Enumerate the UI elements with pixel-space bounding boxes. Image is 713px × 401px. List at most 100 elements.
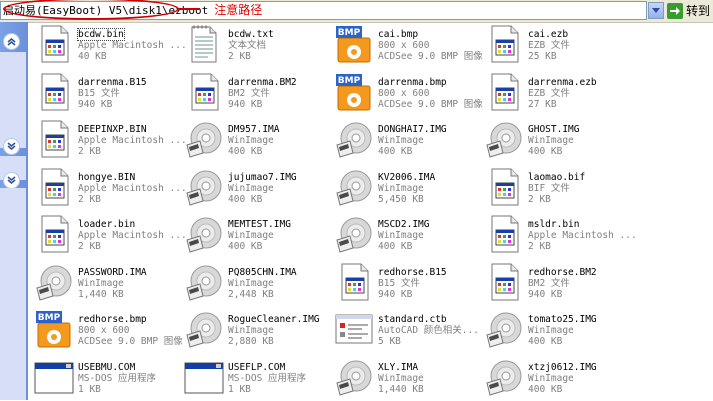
file-item[interactable]: RogueCleaner.IMG WinImage 2,880 KB — [178, 307, 328, 353]
file-size: 940 KB — [378, 288, 413, 300]
file-size: 2,448 KB — [228, 288, 274, 300]
file-name: USEFLP.COM — [228, 361, 286, 373]
path-annotation: 注意路径 — [214, 3, 263, 17]
file-name: darrenma.BM2 — [228, 76, 297, 88]
file-item[interactable]: BMP cai.bmp 800 x 600 ACDSee 9.0 BMP 图像 — [328, 22, 483, 68]
file-name: darrenma.bmp — [378, 76, 447, 88]
disk-image-icon — [184, 119, 224, 159]
address-input[interactable]: 启动易(EasyBoot) V5\disk1\ezboot 注意路径 — [0, 1, 647, 20]
file-size: ACDSee 9.0 BMP 图像 — [78, 336, 183, 347]
generic-file-icon — [484, 72, 524, 112]
address-path: 启动易(EasyBoot) V5\disk1\ezboot — [3, 4, 209, 17]
file-name: PASSWORD.IMA — [78, 266, 147, 278]
go-arrow-icon — [667, 3, 683, 19]
bin-file-icon — [34, 214, 74, 254]
file-name: bcdw.bin — [77, 28, 125, 41]
file-type: 文本文档 — [228, 40, 267, 51]
file-item[interactable]: BMP redhorse.bmp 800 x 600 ACDSee 9.0 BMP … — [28, 307, 183, 353]
file-name: redhorse.BM2 — [528, 266, 597, 278]
file-type: 800 x 600 — [378, 40, 430, 51]
file-name: standard.ctb — [378, 314, 447, 325]
file-size: 400 KB — [228, 146, 263, 157]
file-item[interactable]: PQ805CHN.IMA WinImage 2,448 KB — [178, 260, 328, 306]
file-item[interactable]: darrenma.ezb EZB 文件 27 KB — [478, 70, 628, 116]
text-file-icon — [184, 24, 224, 64]
file-size: 5,450 KB — [378, 193, 424, 205]
file-size: 400 KB — [228, 193, 263, 205]
file-item[interactable]: hongye.BIN Apple Macintosh ... 2 KB — [28, 165, 187, 211]
file-item[interactable]: msldr.bin Apple Macintosh ... 2 KB — [478, 212, 637, 258]
file-type: WinImage — [228, 135, 274, 146]
go-button[interactable]: 转到 — [667, 1, 712, 21]
file-size: 40 KB — [78, 51, 107, 62]
file-item[interactable]: MSCD2.IMG WinImage 400 KB — [328, 212, 478, 258]
file-size: 2,880 KB — [228, 336, 274, 347]
file-item[interactable]: darrenma.B15 B15 文件 940 KB — [28, 70, 178, 116]
file-item[interactable]: loader.bin Apple Macintosh ... 2 KB — [28, 212, 187, 258]
file-item[interactable]: laomao.bif BIF 文件 2 KB — [478, 165, 628, 211]
address-dropdown-button[interactable] — [648, 2, 664, 19]
file-type: WinImage — [228, 277, 274, 289]
bin-file-icon — [34, 119, 74, 159]
file-item[interactable]: USEBMU.COM MS-DOS 应用程序 1 KB — [28, 355, 178, 401]
file-item[interactable]: DONGHAI7.IMG WinImage 400 KB — [328, 117, 478, 163]
bmp-file-icon: BMP — [334, 24, 374, 64]
file-name: jujumao7.IMG — [228, 171, 297, 183]
file-size: 2 KB — [528, 241, 551, 252]
file-size: 2 KB — [78, 146, 101, 157]
file-item[interactable]: KV2006.IMA WinImage 5,450 KB — [328, 165, 478, 211]
file-size: 400 KB — [228, 241, 263, 252]
file-item[interactable]: DEEPINXP.BIN Apple Macintosh ... 2 KB — [28, 117, 187, 163]
file-item[interactable]: MEMTEST.IMG WinImage 400 KB — [178, 212, 328, 258]
disk-image-icon — [484, 309, 524, 349]
file-item[interactable]: jujumao7.IMG WinImage 400 KB — [178, 165, 328, 211]
bin-file-icon — [484, 214, 524, 254]
file-name: bcdw.txt — [228, 29, 274, 40]
file-type: Apple Macintosh ... — [78, 182, 187, 194]
file-name: darrenma.B15 — [78, 76, 147, 88]
file-item[interactable]: XLY.IMA WinImage 1,440 KB — [328, 355, 478, 401]
file-item[interactable]: tomato25.IMG WinImage 400 KB — [478, 307, 628, 353]
file-item[interactable]: bcdw.txt 文本文档 2 KB — [178, 22, 328, 68]
file-item[interactable]: cai.ezb EZB 文件 25 KB — [478, 22, 628, 68]
file-item[interactable]: standard.ctb AutoCAD 颜色相关... 5 KB — [328, 307, 479, 353]
file-item[interactable]: darrenma.BM2 BM2 文件 940 KB — [178, 70, 328, 116]
file-type: WinImage — [378, 182, 424, 194]
file-name: cai.ezb — [528, 29, 569, 40]
dos-app-icon — [34, 357, 74, 397]
file-item[interactable]: redhorse.B15 B15 文件 940 KB — [328, 260, 478, 306]
file-type: BM2 文件 — [228, 87, 270, 99]
disk-image-icon — [184, 309, 224, 349]
address-bar: 启动易(EasyBoot) V5\disk1\ezboot 注意路径 转到 — [0, 0, 713, 23]
file-size: 400 KB — [378, 241, 413, 252]
file-type: WinImage — [378, 135, 424, 146]
file-name: XLY.IMA — [378, 361, 419, 373]
generic-file-icon — [484, 262, 524, 302]
file-item[interactable]: PASSWORD.IMA WinImage 1,440 KB — [28, 260, 178, 306]
file-name: KV2006.IMA — [378, 171, 436, 183]
file-item[interactable]: xtzj0612.IMG WinImage 400 KB — [478, 355, 628, 401]
file-item[interactable]: DM957.IMA WinImage 400 KB — [178, 117, 328, 163]
collapse-up-icon[interactable] — [3, 33, 20, 50]
expand-down-icon[interactable] — [3, 172, 20, 189]
file-name: msldr.bin — [528, 219, 580, 230]
disk-image-icon — [334, 119, 374, 159]
file-type: BIF 文件 — [528, 182, 570, 194]
file-item[interactable]: GHOST.IMG WinImage 400 KB — [478, 117, 628, 163]
file-item[interactable]: bcdw.bin Apple Macintosh ... 40 KB — [28, 22, 187, 68]
expand-down-icon[interactable] — [3, 138, 20, 155]
file-name: DM957.IMA — [228, 124, 280, 135]
file-type: EZB 文件 — [528, 87, 570, 99]
file-type: Apple Macintosh ... — [78, 40, 187, 51]
bin-file-icon — [34, 24, 74, 64]
file-item[interactable]: USEFLP.COM MS-DOS 应用程序 1 KB — [178, 355, 328, 401]
file-size: 2 KB — [78, 241, 101, 252]
file-type: Apple Macintosh ... — [78, 135, 187, 146]
file-size: 940 KB — [228, 98, 263, 110]
dos-app-icon — [184, 357, 224, 397]
file-type: WinImage — [228, 182, 274, 194]
file-name: cai.bmp — [378, 29, 419, 40]
file-item[interactable]: redhorse.BM2 BM2 文件 940 KB — [478, 260, 628, 306]
file-item[interactable]: BMP darrenma.bmp 800 x 600 ACDSee 9.0 BMP … — [328, 70, 483, 116]
file-size: 2 KB — [78, 193, 101, 205]
